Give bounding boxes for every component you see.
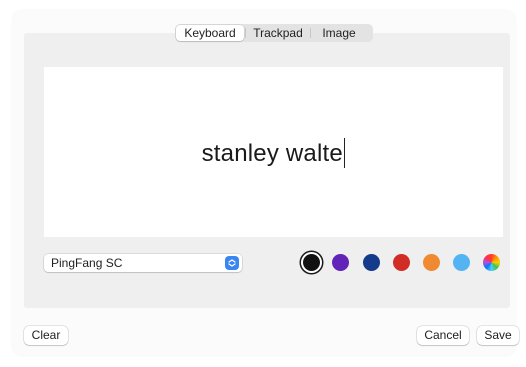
clear-button[interactable]: Clear: [24, 326, 68, 345]
tab-image[interactable]: Image: [311, 25, 367, 41]
signature-text: stanley walte: [201, 140, 343, 167]
chevron-updown-icon: [225, 256, 239, 270]
font-select-value: PingFang SC: [51, 256, 123, 270]
signature-text-field[interactable]: stanley walte: [44, 138, 503, 168]
color-swatch-black[interactable]: [303, 254, 320, 271]
input-mode-tabs: Keyboard Trackpad Image: [175, 24, 373, 42]
font-select[interactable]: PingFang SC: [44, 254, 242, 272]
color-swatch-orange[interactable]: [423, 254, 440, 271]
tab-trackpad[interactable]: Trackpad: [246, 25, 310, 41]
color-swatch-purple[interactable]: [332, 254, 349, 271]
cancel-button[interactable]: Cancel: [417, 326, 469, 345]
color-swatch-navy[interactable]: [363, 254, 380, 271]
text-caret: [343, 138, 346, 168]
color-swatch-light-blue[interactable]: [453, 254, 470, 271]
color-swatch-red[interactable]: [393, 254, 410, 271]
tab-keyboard[interactable]: Keyboard: [176, 25, 244, 41]
signature-canvas[interactable]: stanley walte: [44, 67, 503, 237]
save-button[interactable]: Save: [477, 326, 519, 345]
color-wheel-icon[interactable]: [483, 254, 500, 271]
